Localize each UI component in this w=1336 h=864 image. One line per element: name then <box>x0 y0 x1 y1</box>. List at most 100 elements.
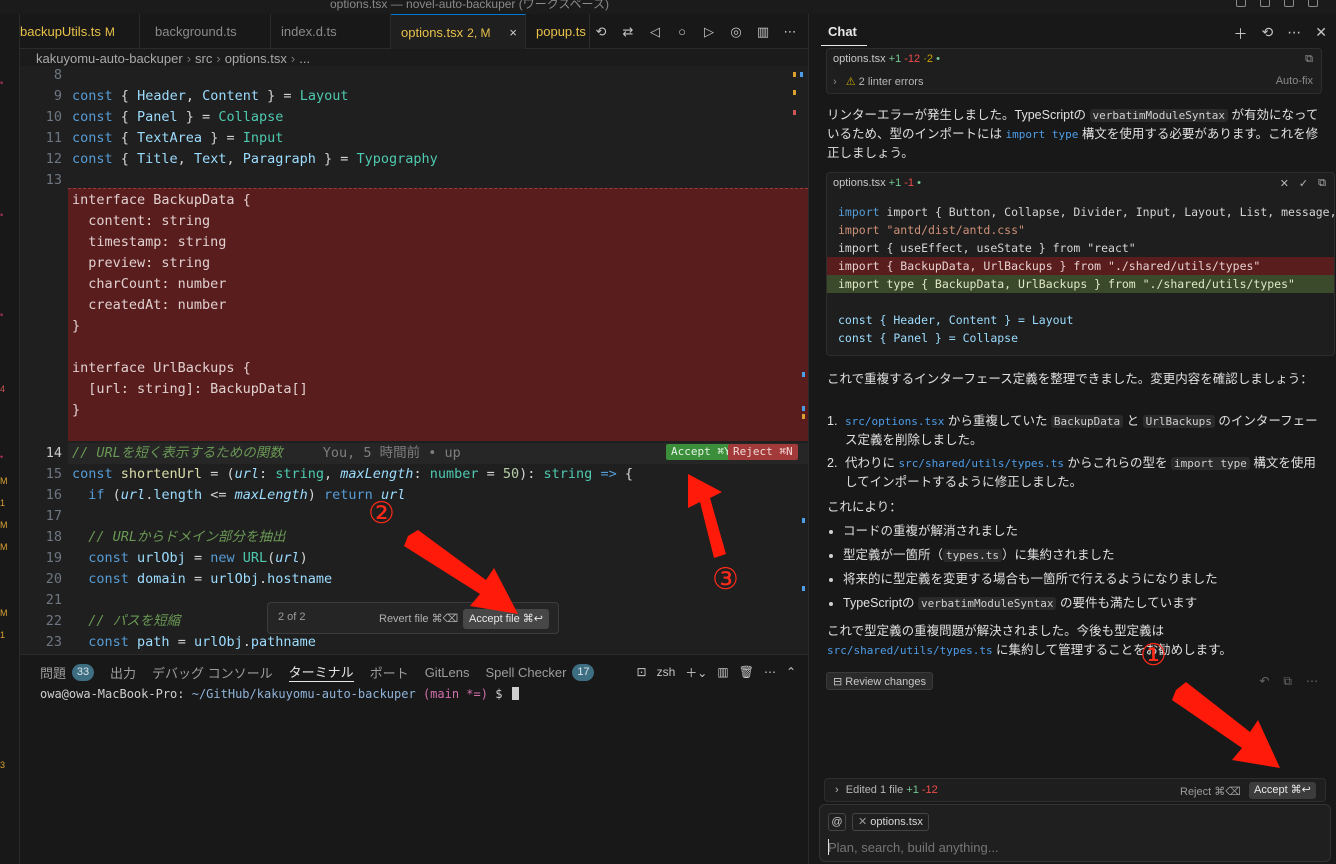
timeline-icon[interactable]: ◎ <box>728 24 744 40</box>
tab-label: index.d.ts <box>281 24 337 39</box>
split-terminal-icon[interactable]: ▥ <box>717 665 728 679</box>
breadcrumb-item[interactable]: options.tsx <box>225 51 287 66</box>
tab-output[interactable]: 出力 <box>110 663 136 682</box>
more-icon[interactable]: ⋯ <box>782 24 798 40</box>
autofix-button[interactable]: Auto-fix <box>1276 75 1313 87</box>
code-line: 12 const { Title, Text, Paragraph } = Typ… <box>20 149 808 170</box>
tab-ports[interactable]: ポート <box>370 663 409 682</box>
overview-marker <box>802 406 805 411</box>
annotation-number-1: ① <box>1140 638 1167 673</box>
red-arrow-icon <box>688 474 726 558</box>
compare-changes-icon[interactable]: ⇄ <box>620 24 636 40</box>
close-icon[interactable]: × <box>509 15 517 50</box>
tab-problems[interactable]: 問題 33 <box>40 663 95 682</box>
scm-marker: 1 <box>0 498 6 508</box>
tab-background[interactable]: background.ts <box>145 14 271 49</box>
tab-chat[interactable]: Chat <box>828 24 857 39</box>
tab-spell-checker[interactable]: Spell Checker 17 <box>486 663 595 681</box>
tab-options[interactable]: options.tsx 2, M × <box>391 14 526 49</box>
review-changes-button[interactable]: ⊟ Review changes <box>826 672 933 690</box>
close-icon[interactable]: ✕ <box>858 816 867 828</box>
reject-all-button[interactable]: Reject ⌘⌫ <box>1180 785 1241 798</box>
panel-tabs: 問題 33 出力 デバッグ コンソール ターミナル ポート GitLens Spe… <box>40 661 610 683</box>
card-filename[interactable]: options.tsx <box>833 53 886 65</box>
file-edit-card[interactable]: options.tsx +1 -12 ·2 • ⧉ › ⚠ 2 linter e… <box>826 48 1322 94</box>
deleted-line: charCount: number <box>20 274 808 295</box>
chat-composer[interactable]: @ ✕ options.tsx <box>819 804 1331 862</box>
reject-hunk-button[interactable]: Reject ⌘N <box>728 444 798 460</box>
line-number: 16 <box>45 487 62 503</box>
accept-all-button[interactable]: Accept ⌘↩ <box>1249 782 1316 799</box>
overview-marker <box>800 72 803 77</box>
tab-terminal[interactable]: ターミナル <box>288 662 354 682</box>
assistant-message: これで型定義の重複問題が解決されました。今後も型定義は src/shared/u… <box>827 624 1232 657</box>
file-link[interactable]: src/options.tsx <box>845 415 944 428</box>
card-header: options.tsx +1 -1 • <box>833 177 921 189</box>
editor-actions: ⟲ ⇄ ◁ ○ ▷ ◎ ▥ ⋯ <box>593 14 798 49</box>
line-number: 12 <box>45 151 62 167</box>
close-icon[interactable]: ✕ <box>1315 24 1327 44</box>
layout-icon[interactable] <box>1236 0 1246 7</box>
history-icon[interactable]: ⟲ <box>1262 24 1274 44</box>
terminal-icon: ⊡ <box>636 665 647 679</box>
overview-marker <box>802 372 805 377</box>
line-number: 13 <box>45 172 62 188</box>
trash-icon[interactable]: 🗑 <box>739 665 754 679</box>
lint-row[interactable]: › ⚠ 2 linter errors <box>833 75 923 88</box>
tab-label: options.tsx <box>401 25 464 40</box>
tab-gitlens[interactable]: GitLens <box>425 665 470 680</box>
inline-code: import type <box>1005 128 1079 141</box>
deleted-count: -1 <box>904 177 915 189</box>
diff-line: import { useEffect, useState } from "rea… <box>838 241 1136 255</box>
reject-icon[interactable]: ✕ <box>1280 177 1289 190</box>
chat-input[interactable] <box>828 837 1318 857</box>
accept-icon[interactable]: ✓ <box>1299 177 1308 190</box>
copy-icon[interactable]: ⧉ <box>1305 53 1313 66</box>
mention-button[interactable]: @ <box>828 813 846 831</box>
go-forward-icon[interactable]: ▷ <box>701 24 717 40</box>
breadcrumb-item[interactable]: ... <box>299 51 310 66</box>
commit-icon[interactable]: ○ <box>674 24 690 40</box>
added-count: +1 <box>888 177 902 189</box>
code-comment: // URLを短く表示するための関数 <box>72 445 283 461</box>
plus-icon[interactable]: ＋ <box>1234 24 1248 44</box>
more-icon[interactable]: ⋯ <box>764 665 776 679</box>
overview-marker <box>802 414 805 419</box>
tab-popup[interactable]: popup.ts <box>526 14 590 49</box>
deleted-line: interface BackupData { <box>20 190 808 211</box>
terminal-output[interactable]: owa@owa-MacBook-Pro: ~/GitHub/kakuyomu-a… <box>40 687 519 701</box>
layout-icon[interactable] <box>1308 0 1318 7</box>
git-blame[interactable]: You, 5 時間前 • up <box>323 445 461 461</box>
more-icon[interactable]: ⋯ <box>1306 674 1318 689</box>
breadcrumb-item[interactable]: kakuyomu-auto-backuper <box>36 51 183 66</box>
breadcrumb-item[interactable]: src <box>195 51 212 66</box>
layout-icon[interactable] <box>1260 0 1270 7</box>
tab-backuputils[interactable]: backupUtils.ts M <box>10 14 140 49</box>
copy-icon[interactable]: ⧉ <box>1318 177 1326 190</box>
new-terminal-icon[interactable]: ＋⌄ <box>685 664 707 681</box>
card-filename[interactable]: options.tsx <box>833 177 886 189</box>
tab-index-d[interactable]: index.d.ts <box>271 14 391 49</box>
split-editor-icon[interactable]: ▥ <box>755 24 771 40</box>
context-file-chip[interactable]: ✕ options.tsx <box>852 813 929 831</box>
change-counter[interactable]: 2 of 2 <box>278 611 306 623</box>
edited-files-bar[interactable]: › Edited 1 file +1 -12 Reject ⌘⌫ Accept … <box>824 778 1326 802</box>
tab-debug-console[interactable]: デバッグ コンソール <box>152 663 273 682</box>
scm-marker: 1 <box>0 630 6 640</box>
terminal-shell-label[interactable]: zsh <box>657 665 676 679</box>
diff-line-deleted: import { BackupData, UrlBackups } from "… <box>827 257 1334 275</box>
panel-actions: ⊡ zsh ＋⌄ ▥ 🗑 ⋯ ⌃ <box>637 661 796 683</box>
layout-icon[interactable] <box>1284 0 1294 7</box>
history-icon[interactable]: ⟲ <box>593 24 609 40</box>
annotation-number-3: ③ <box>712 562 739 597</box>
file-link[interactable]: src/shared/utils/types.ts <box>827 644 993 657</box>
file-link[interactable]: src/shared/utils/types.ts <box>898 457 1064 470</box>
problems-badge: 33 <box>72 663 95 681</box>
chevron-up-icon[interactable]: ⌃ <box>786 665 796 679</box>
scm-marker: • <box>0 310 4 320</box>
more-icon[interactable]: ⋯ <box>1287 24 1301 44</box>
scm-marker: 3 <box>0 760 6 770</box>
go-back-icon[interactable]: ◁ <box>647 24 663 40</box>
accept-hunk-button[interactable]: Accept ⌘Y <box>666 444 736 460</box>
scm-marker: M <box>0 476 8 486</box>
